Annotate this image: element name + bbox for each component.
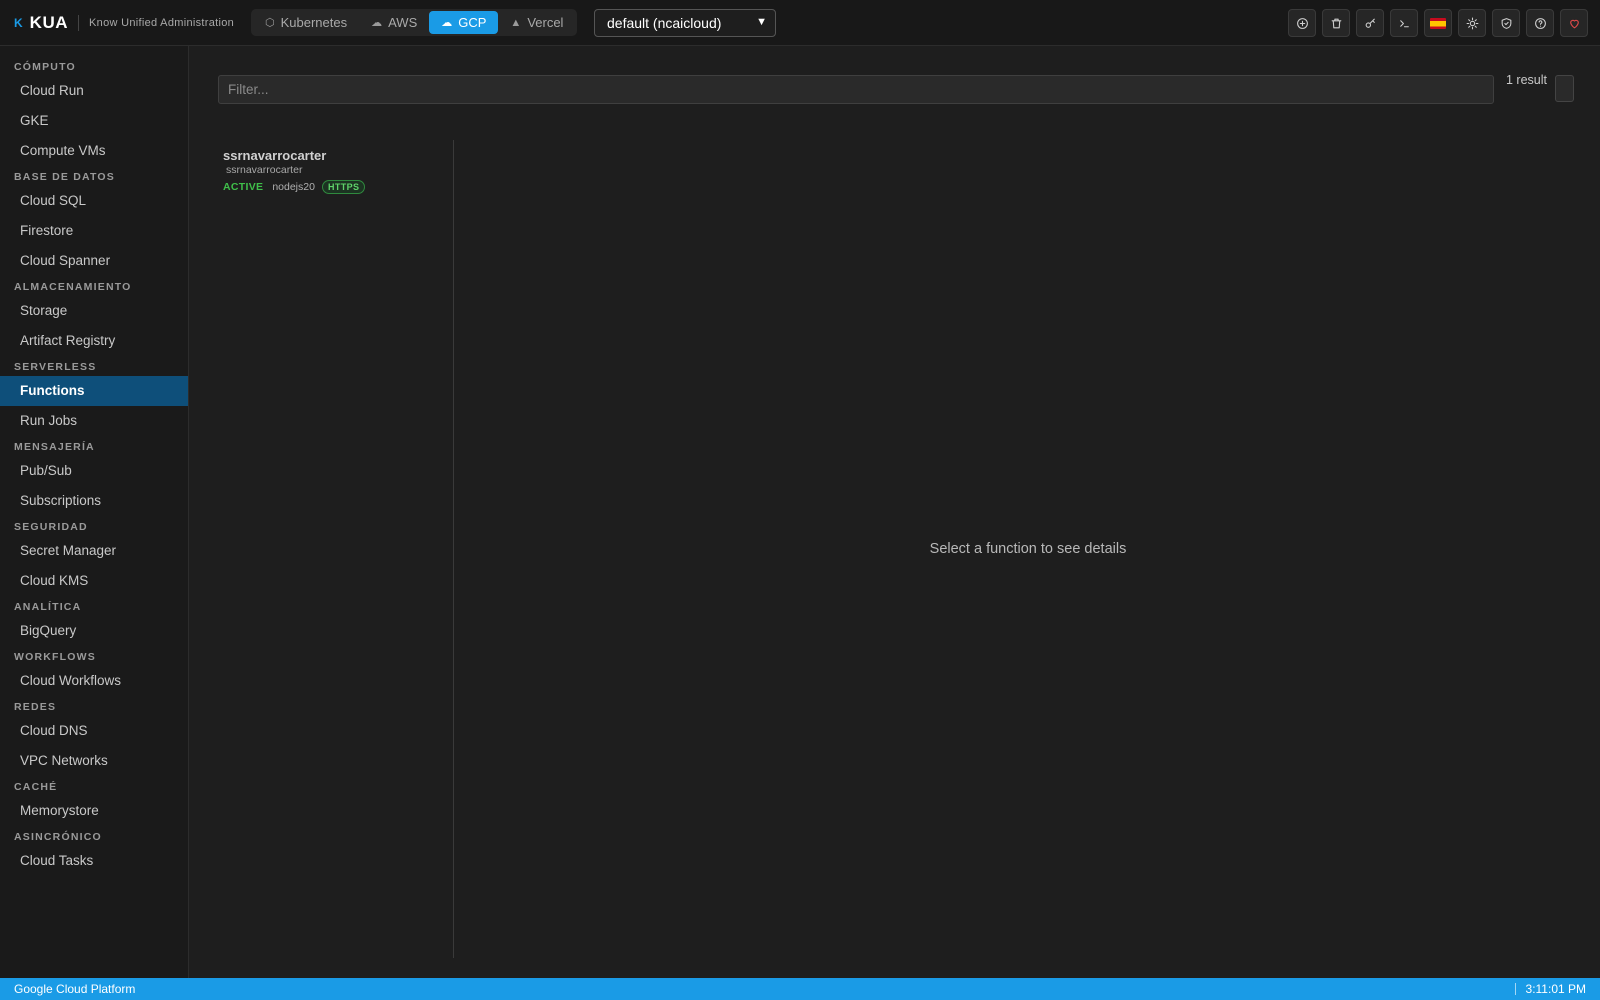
section-title-computo: CÓMPUTO xyxy=(14,61,76,73)
status-time: 3:11:01 PM xyxy=(1525,982,1586,996)
tab-kubernetes[interactable]: ⬡ Kubernetes xyxy=(253,11,359,34)
tab-vercel[interactable]: ▲ Vercel xyxy=(498,11,575,34)
sidebar-item-compute-vms[interactable]: Compute VMs xyxy=(0,136,188,166)
sidebar-item-run-jobs[interactable]: Run Jobs xyxy=(0,406,188,436)
sidebar-item-pub-sub[interactable]: Pub/Sub xyxy=(0,456,188,486)
help-button[interactable] xyxy=(1526,9,1554,37)
language-button[interactable] xyxy=(1424,9,1452,37)
sidebar-item-cloud-kms[interactable]: Cloud KMS xyxy=(0,566,188,596)
section-title-cache: CACHÉ xyxy=(14,781,58,793)
tab-gcp[interactable]: ☁ GCP xyxy=(429,11,499,34)
sidebar-item-gke[interactable]: GKE xyxy=(0,106,188,136)
add-button[interactable] xyxy=(1288,9,1316,37)
credentials-button[interactable] xyxy=(1356,9,1384,37)
trigger-badge: HTTPS xyxy=(321,180,366,194)
trash-icon xyxy=(1331,18,1341,28)
tab-label: AWS xyxy=(388,15,418,30)
section-title-analitica: ANALÍTICA xyxy=(14,601,82,613)
detail-placeholder: Select a function to see details xyxy=(456,140,1600,958)
spain-flag-icon xyxy=(1430,17,1446,29)
sidebar-item-memorystore[interactable]: Memorystore xyxy=(0,796,188,826)
sidebar-item-cloud-sql[interactable]: Cloud SQL xyxy=(0,186,188,216)
function-meta: ACTIVE nodejs20 HTTPS xyxy=(223,180,448,194)
cloud-icon: ☁ xyxy=(441,17,453,29)
list-item[interactable]: ssrnavarrocarter ssrnavarrocarter ACTIVE… xyxy=(218,140,453,202)
cloud-icon: ☁ xyxy=(371,17,383,29)
sidebar-item-cloud-dns[interactable]: Cloud DNS xyxy=(0,716,188,746)
terminal-button[interactable] xyxy=(1390,9,1418,37)
sidebar-item-bigquery[interactable]: BigQuery xyxy=(0,616,188,646)
key-icon xyxy=(1365,18,1375,28)
sidebar-item-storage[interactable]: Storage xyxy=(0,296,188,326)
section-title-asincronico: ASINCRÓNICO xyxy=(14,831,102,843)
delete-button[interactable] xyxy=(1322,9,1350,37)
plus-circle-icon xyxy=(1296,17,1308,29)
section-title-redes: REDES xyxy=(14,701,57,713)
section-title-base-de-datos: BASE DE DATOS xyxy=(14,171,115,183)
chevron-down-icon: ▼ xyxy=(756,16,767,28)
app-logo[interactable]: K KUA Know Unified Administration xyxy=(14,13,234,33)
sidebar: CÓMPUTO Cloud Run GKE Compute VMs BASE D… xyxy=(0,46,189,978)
toolbar xyxy=(1288,9,1588,37)
filter-input[interactable] xyxy=(218,75,1494,104)
status-badge: ACTIVE xyxy=(223,181,264,193)
cube-icon: ⬡ xyxy=(265,17,275,29)
function-subtitle: ssrnavarrocarter xyxy=(226,164,303,176)
tab-label: Vercel xyxy=(527,15,564,30)
tab-label: GCP xyxy=(458,15,487,30)
sidebar-item-firestore[interactable]: Firestore xyxy=(0,216,188,246)
sidebar-item-cloud-run[interactable]: Cloud Run xyxy=(0,76,188,106)
triangle-icon: ▲ xyxy=(510,16,522,29)
sidebar-item-functions[interactable]: Functions xyxy=(0,376,188,406)
sidebar-item-cloud-workflows[interactable]: Cloud Workflows xyxy=(0,666,188,696)
status-provider: Google Cloud Platform xyxy=(14,982,136,996)
provider-tabs: ⬡ Kubernetes ☁ AWS ☁ GCP ▲ Vercel xyxy=(251,9,578,36)
tab-label: Kubernetes xyxy=(280,15,348,30)
project-select-value: default (ncaicloud) xyxy=(607,15,722,31)
sidebar-item-subscriptions[interactable]: Subscriptions xyxy=(0,486,188,516)
heart-icon xyxy=(1569,19,1579,28)
status-right: 3:11:01 PM xyxy=(1514,982,1586,996)
theme-button[interactable] xyxy=(1458,9,1486,37)
security-button[interactable] xyxy=(1492,9,1520,37)
shield-icon xyxy=(1501,17,1511,29)
section-title-almacenamiento: ALMACENAMIENTO xyxy=(14,281,132,293)
section-title-serverless: SERVERLESS xyxy=(14,361,97,373)
function-list: ssrnavarrocarter ssrnavarrocarter ACTIVE… xyxy=(218,140,454,958)
empty-detail-text: Select a function to see details xyxy=(929,541,1127,557)
result-count: 1 result xyxy=(1506,73,1547,87)
sidebar-item-secret-manager[interactable]: Secret Manager xyxy=(0,536,188,566)
sidebar-item-cloud-spanner[interactable]: Cloud Spanner xyxy=(0,246,188,276)
status-divider xyxy=(1514,983,1516,995)
main-content: 1 result ssrnavarrocarter ssrnavarrocart… xyxy=(189,46,1600,978)
status-bar: Google Cloud Platform 3:11:01 PM xyxy=(0,978,1600,1000)
section-title-seguridad: SEGURIDAD xyxy=(14,521,88,533)
sidebar-item-cloud-tasks[interactable]: Cloud Tasks xyxy=(0,846,188,876)
logo-divider xyxy=(78,14,80,31)
filter-options-button[interactable] xyxy=(1555,75,1574,102)
sidebar-item-artifact-registry[interactable]: Artifact Registry xyxy=(0,326,188,356)
sidebar-item-vpc-networks[interactable]: VPC Networks xyxy=(0,746,188,776)
sun-icon xyxy=(1466,17,1478,29)
section-title-mensajeria: MENSAJERÍA xyxy=(14,441,95,453)
project-select[interactable]: default (ncaicloud) ▼ xyxy=(594,9,776,37)
favorite-button[interactable] xyxy=(1560,9,1588,37)
app-name: KUA xyxy=(29,12,69,32)
runtime-label: nodejs20 xyxy=(272,181,315,193)
top-header: K KUA Know Unified Administration ⬡ Kube… xyxy=(0,0,1600,46)
logo-mark-icon: K xyxy=(14,15,23,30)
app-subtitle: Know Unified Administration xyxy=(89,16,235,29)
terminal-icon xyxy=(1399,19,1409,27)
section-title-workflows: WORKFLOWS xyxy=(14,651,96,663)
help-icon xyxy=(1534,17,1546,29)
tab-aws[interactable]: ☁ AWS xyxy=(359,11,429,34)
function-name: ssrnavarrocarter xyxy=(223,148,327,163)
